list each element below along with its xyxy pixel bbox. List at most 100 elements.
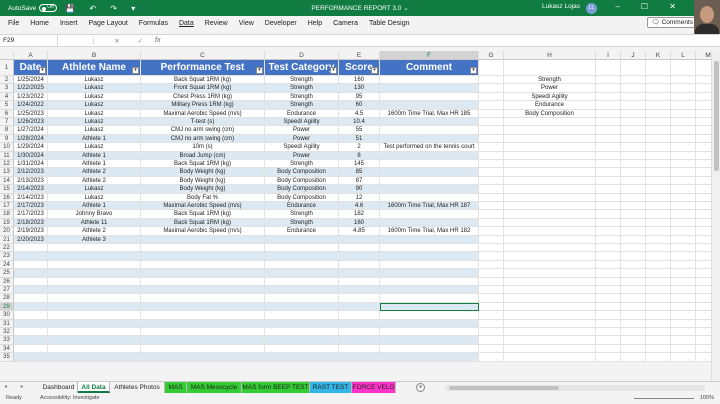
table-cell[interactable]: [265, 269, 339, 278]
filter-dropdown-icon[interactable]: ▾: [330, 67, 337, 74]
table-cell[interactable]: T-test (s): [141, 118, 265, 127]
table-cell[interactable]: 12: [339, 193, 380, 202]
cell[interactable]: [646, 218, 671, 228]
table-cell[interactable]: [141, 260, 265, 270]
table-cell[interactable]: [380, 118, 479, 127]
cell[interactable]: [646, 353, 671, 362]
row-header[interactable]: 22: [0, 244, 14, 253]
cell[interactable]: [479, 176, 504, 186]
comments-button[interactable]: 🗨 Comments: [646, 17, 698, 28]
cell[interactable]: [621, 319, 646, 328]
table-cell[interactable]: [380, 151, 479, 160]
table-cell[interactable]: [14, 244, 48, 253]
row-header[interactable]: 35: [0, 353, 14, 362]
cell[interactable]: [621, 193, 646, 202]
cell[interactable]: [596, 269, 621, 278]
vertical-scrollbar[interactable]: [711, 51, 720, 381]
table-cell[interactable]: 2/12/2023: [14, 168, 48, 177]
table-cell[interactable]: 145: [339, 160, 380, 169]
cell[interactable]: [479, 235, 504, 244]
cell[interactable]: [621, 84, 646, 93]
table-cell[interactable]: 182: [339, 210, 380, 219]
cell[interactable]: [671, 118, 696, 127]
cell[interactable]: [621, 210, 646, 219]
table-cell[interactable]: Strength: [265, 84, 339, 93]
cell[interactable]: [596, 60, 621, 76]
cell[interactable]: [596, 151, 621, 160]
table-cell[interactable]: 2/17/2023: [14, 210, 48, 219]
table-cell[interactable]: 4.5: [339, 109, 380, 118]
cell[interactable]: [621, 336, 646, 345]
table-cell[interactable]: 8: [339, 151, 380, 160]
cell[interactable]: [646, 126, 671, 135]
table-cell[interactable]: [380, 319, 479, 328]
table-cell[interactable]: [265, 319, 339, 328]
table-cell[interactable]: [48, 277, 141, 286]
table-cell[interactable]: [48, 319, 141, 328]
table-cell[interactable]: [14, 269, 48, 278]
table-cell[interactable]: [141, 311, 265, 320]
table-cell[interactable]: Body Composition: [265, 193, 339, 202]
table-cell[interactable]: [265, 244, 339, 253]
cell[interactable]: [596, 353, 621, 362]
table-cell[interactable]: [141, 328, 265, 337]
table-cell[interactable]: Strength: [265, 218, 339, 228]
cell[interactable]: [671, 277, 696, 286]
cell[interactable]: [646, 160, 671, 169]
table-cell[interactable]: [265, 294, 339, 303]
cell[interactable]: [479, 218, 504, 228]
table-cell[interactable]: [380, 286, 479, 295]
table-cell[interactable]: [14, 294, 48, 303]
cell[interactable]: Strength: [504, 76, 596, 85]
table-cell[interactable]: [48, 269, 141, 278]
cell[interactable]: [479, 311, 504, 320]
row-header[interactable]: 10: [0, 143, 14, 152]
table-cell[interactable]: [141, 244, 265, 253]
table-cell[interactable]: Maximal Aerobic Speed (m/s): [141, 202, 265, 211]
cell[interactable]: [646, 294, 671, 303]
table-cell[interactable]: Lukasz: [48, 84, 141, 93]
cell[interactable]: [479, 60, 504, 76]
cell[interactable]: [504, 151, 596, 160]
table-cell[interactable]: [339, 277, 380, 286]
sheet-tab-mas-mesocycle[interactable]: MAS Mesocycle: [187, 382, 242, 393]
table-cell[interactable]: 1/26/2023: [14, 118, 48, 127]
table-cell[interactable]: 1/22/2025: [14, 84, 48, 93]
table-cell[interactable]: 85: [339, 168, 380, 177]
cell[interactable]: [646, 311, 671, 320]
row-header[interactable]: 32: [0, 328, 14, 337]
cell[interactable]: [504, 260, 596, 270]
cell[interactable]: [479, 344, 504, 354]
cell[interactable]: [671, 353, 696, 362]
table-header-2[interactable]: Performance Test ▾: [141, 60, 265, 76]
table-cell[interactable]: [380, 134, 479, 144]
row-header[interactable]: 17: [0, 202, 14, 211]
table-cell[interactable]: [265, 328, 339, 337]
column-header-c[interactable]: C: [141, 51, 265, 60]
fx-icon[interactable]: fx: [155, 37, 160, 44]
scroll-thumb[interactable]: [714, 61, 719, 171]
table-cell[interactable]: Athlete 1: [48, 160, 141, 169]
table-cell[interactable]: Test performed on the tennis court: [380, 143, 479, 152]
table-cell[interactable]: 90: [339, 185, 380, 194]
cell[interactable]: [596, 185, 621, 194]
cell[interactable]: [671, 176, 696, 186]
table-cell[interactable]: 1/25/2023: [14, 109, 48, 118]
row-header[interactable]: 29: [0, 302, 14, 312]
cell[interactable]: [646, 336, 671, 345]
row-header[interactable]: 24: [0, 260, 14, 270]
row-header[interactable]: 8: [0, 126, 14, 135]
table-cell[interactable]: Athlete 2: [48, 227, 141, 236]
cell[interactable]: Speed/ Agility: [504, 92, 596, 102]
row-header[interactable]: 2: [0, 76, 14, 85]
table-cell[interactable]: [339, 319, 380, 328]
cell[interactable]: [479, 134, 504, 144]
table-cell[interactable]: [14, 260, 48, 270]
menu-tab-page-layout[interactable]: Page Layout: [88, 20, 127, 27]
table-cell[interactable]: 10.4: [339, 118, 380, 127]
filter-dropdown-icon[interactable]: ▾: [132, 67, 139, 74]
row-header[interactable]: 5: [0, 101, 14, 110]
cell[interactable]: [646, 319, 671, 328]
table-cell[interactable]: Lukasz: [48, 118, 141, 127]
cell[interactable]: [621, 353, 646, 362]
